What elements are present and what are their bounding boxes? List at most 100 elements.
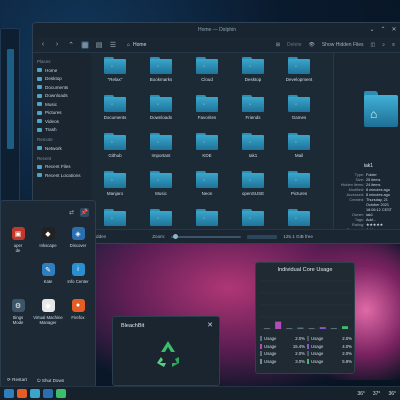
window-titlebar[interactable]: Home — Dolphin ⌄ ⌃ ✕ — [33, 23, 400, 37]
recycle-icon — [157, 341, 179, 367]
info-row: Created: Thursday, 21 October 2021 18:06:… — [336, 198, 400, 213]
text-folder-icon: ◦ — [242, 209, 264, 226]
file-item[interactable]: ◦ Games — [277, 93, 321, 129]
icon-view-icon[interactable]: ▦ — [81, 40, 89, 49]
maximize-icon[interactable]: ⌃ — [380, 26, 386, 33]
temp-3: 36° — [388, 390, 396, 397]
up-icon[interactable]: ⌃ — [67, 41, 75, 49]
file-item[interactable]: ◦ Pictures — [277, 169, 321, 205]
launcher-app[interactable]: ◈ Discover — [63, 227, 93, 248]
places-item-label: Videos — [45, 118, 59, 124]
launcher-app[interactable]: ✎ Kate — [33, 263, 63, 284]
bleachbit-popup[interactable]: BleachBit ✕ — [112, 316, 220, 386]
dev-folder-icon: ◦ — [288, 57, 310, 74]
breadcrumb[interactable]: ⌂ Home — [127, 42, 146, 48]
folder-icon — [37, 173, 42, 178]
places-item[interactable]: Recent Files — [37, 163, 87, 172]
file-name: Cloud — [201, 77, 213, 82]
details-view-icon[interactable]: ☰ — [109, 41, 117, 49]
zoom-slider[interactable] — [171, 233, 242, 239]
discover-icon[interactable] — [43, 389, 53, 398]
launcher-footer: ⟳ Restart ⏻ Shut Down — [1, 373, 95, 387]
launcher-app[interactable]: ● Firefox — [63, 299, 93, 320]
forward-icon[interactable]: › — [53, 41, 61, 48]
downloads-folder-icon: ◦ — [150, 95, 172, 112]
manjaro-folder-icon: ◦ — [104, 171, 126, 188]
file-item[interactable]: ◦ Favorites — [185, 93, 229, 129]
dolphin-icon[interactable] — [30, 389, 40, 398]
pin-icon[interactable]: 📌 — [80, 207, 89, 217]
close-icon[interactable]: ✕ — [207, 321, 213, 329]
firefox-icon[interactable] — [17, 389, 27, 398]
file-item[interactable]: ◦ Bookmarks — [139, 55, 183, 91]
places-item[interactable]: Home — [37, 66, 87, 75]
split-icon[interactable]: ◫ — [371, 42, 376, 48]
launcher-icon[interactable] — [4, 389, 14, 398]
zoom-slider-handle[interactable] — [173, 233, 179, 239]
file-grid: ◦ "Relax" ◦ Bookmarks ◦ Cloud ◦ Desktop ◦ De… — [93, 53, 331, 234]
app-label: Inkscape — [39, 243, 57, 248]
legend-label: Usage — [311, 336, 324, 342]
shutdown-button[interactable]: ⏻ Shut Down — [37, 378, 64, 383]
file-item[interactable]: ◦ Downloads — [139, 93, 183, 129]
compact-view-icon[interactable]: ▤ — [95, 41, 103, 49]
menu-icon[interactable]: ≡ — [392, 42, 395, 48]
places-item[interactable]: Downloads — [37, 92, 87, 101]
preview-icon[interactable]: ⊞ — [276, 42, 280, 48]
file-item[interactable]: ◦ Neon — [185, 169, 229, 205]
file-item[interactable]: ◦ Desktop — [231, 55, 275, 91]
places-item[interactable]: Desktop — [37, 75, 87, 84]
launcher-app[interactable]: ◉ Virtual Machine Manager — [33, 299, 63, 325]
file-item[interactable]: ◦ Manjaro — [93, 169, 137, 205]
places-item[interactable]: Documents — [37, 83, 87, 92]
places-item[interactable]: Network — [37, 144, 87, 153]
places-item[interactable]: Recent Locations — [37, 171, 87, 180]
file-name: Games — [291, 115, 307, 120]
legend-swatch — [307, 351, 309, 357]
legend-item: Usage 2.0% — [260, 350, 305, 358]
app-label: uper de — [13, 243, 23, 253]
file-item[interactable]: ◦ openSUSE — [231, 169, 275, 205]
delete-button[interactable]: Delete — [287, 42, 301, 48]
places-item[interactable]: Pictures — [37, 109, 87, 118]
desktop-folder-icon: ◦ — [242, 57, 264, 74]
launcher-app[interactable]: ▣ uper de — [3, 227, 33, 253]
legend-value: 4.0% — [342, 343, 352, 349]
file-item[interactable]: ◦ Iak1 — [231, 131, 275, 167]
places-item[interactable]: Videos — [37, 117, 87, 126]
file-item[interactable]: ◦ Friends — [231, 93, 275, 129]
places-item[interactable]: Music — [37, 100, 87, 109]
legend-swatch — [307, 336, 309, 342]
core-bar — [297, 327, 304, 329]
background-window[interactable] — [0, 28, 20, 213]
core-bar — [286, 328, 293, 330]
launcher-app[interactable]: i Info Center — [63, 263, 93, 284]
file-item[interactable]: ◦ KDE — [185, 131, 229, 167]
info-title: iak1 — [363, 163, 374, 169]
restart-button[interactable]: ⟳ Restart — [7, 377, 27, 383]
close-icon[interactable]: ✕ — [391, 26, 397, 33]
toolbar-right: ⊞ Delete 👁 Show Hidden Files ◫ ⌕ ≡ — [276, 42, 395, 48]
legend-swatch — [307, 358, 309, 364]
config-icon[interactable]: ⇄ — [69, 209, 74, 216]
minimize-icon[interactable]: ⌄ — [369, 26, 375, 33]
file-item[interactable]: ◦ Github — [93, 131, 137, 167]
bleachbit-icon[interactable] — [56, 389, 66, 398]
legend-label: Usage — [264, 351, 277, 357]
file-item[interactable]: ◦ "Relax" — [93, 55, 137, 91]
launcher-app[interactable]: ◆ Inkscape — [33, 227, 63, 248]
back-icon[interactable]: ‹ — [39, 41, 47, 48]
file-item[interactable]: ◦ Mail — [277, 131, 321, 167]
file-item[interactable]: ◦ Cloud — [185, 55, 229, 91]
search-icon[interactable]: ⌕ — [382, 42, 385, 48]
file-item[interactable]: ◦ Documents — [93, 93, 137, 129]
file-item[interactable]: ◦ Music — [139, 169, 183, 205]
file-item[interactable]: ◦ Important — [139, 131, 183, 167]
places-section-header: Remote — [37, 137, 53, 142]
places-item-label: Home — [45, 67, 58, 73]
app-label: Firefox — [71, 315, 85, 320]
places-item[interactable]: Trash — [37, 126, 87, 135]
launcher-app[interactable]: ⚙ ttings Mode — [3, 299, 33, 325]
file-item[interactable]: ◦ Development — [277, 55, 321, 91]
show-hidden-files-button[interactable]: Show Hidden Files — [322, 42, 364, 48]
